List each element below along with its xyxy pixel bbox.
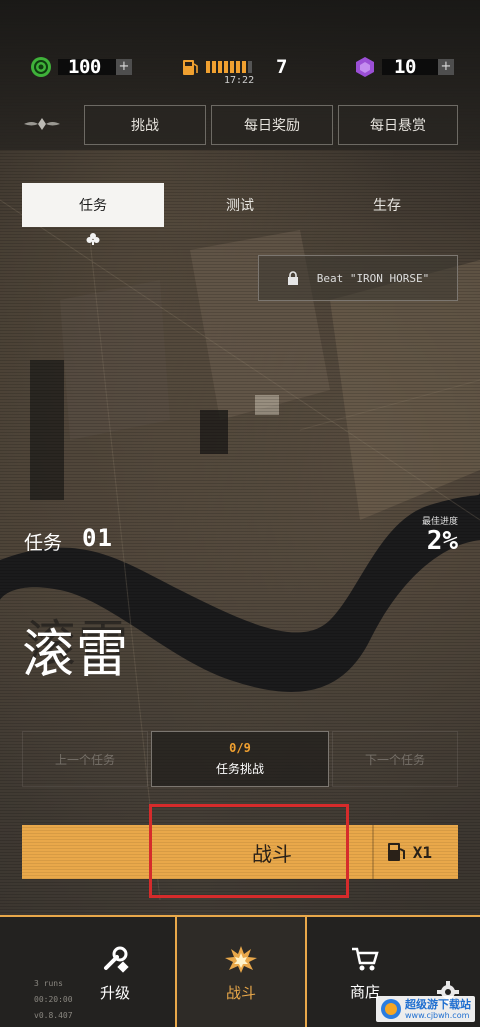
mission-label: 任务 (24, 532, 63, 554)
fuel-can-icon (183, 60, 198, 75)
wrench-icon (104, 946, 129, 973)
run-count: 3 runs (34, 979, 63, 988)
challenge-progress: 0/9 (229, 741, 251, 755)
mission-challenge-button[interactable]: 0/9 任务挑战 (151, 731, 329, 787)
fuel-gauge (206, 61, 252, 73)
game-screen: 100 + 7 17:22 10 + 挑战 每日奖励 每日悬赏 任务 测试 生存… (0, 0, 480, 1027)
wings-emblem-icon (24, 118, 60, 130)
next-mission-button[interactable]: 下一个任务 (332, 731, 458, 787)
tab-survival[interactable]: 生存 (316, 183, 458, 227)
watermark-title: 超级游下载站 (405, 997, 471, 1011)
nav-fight[interactable]: 战斗 (175, 915, 307, 1027)
daily-reward-button[interactable]: 每日奖励 (211, 105, 333, 145)
site-watermark: 超级游下载站 www.cjbwh.com (376, 996, 475, 1022)
add-gems-button[interactable]: + (438, 59, 454, 75)
gem-value: 10 (394, 56, 416, 78)
highlight-box (149, 804, 349, 898)
tab-test[interactable]: 测试 (169, 183, 311, 227)
challenge-button[interactable]: 挑战 (84, 105, 206, 145)
coin-counter: 100 + (30, 56, 132, 78)
best-progress-value: 2% (426, 526, 458, 556)
fuel-cost-value: X1 (412, 842, 432, 862)
fuel-cost: X1 (387, 841, 432, 863)
challenge-label: 任务挑战 (215, 762, 264, 776)
fuel-value: 7 (276, 56, 287, 78)
coin-icon (31, 57, 51, 77)
version: v0.8.407 (34, 1011, 73, 1020)
fuel-pump-icon (387, 843, 405, 861)
mission-number: 01 (82, 524, 113, 552)
nav-upgrade-label: 升级 (99, 983, 130, 1002)
gem-counter: 10 + (354, 56, 454, 78)
mission-name: 滚雷 (22, 625, 131, 685)
club-icon (86, 233, 100, 245)
nav-fight-label: 战斗 (225, 983, 256, 1002)
add-coins-button[interactable]: + (116, 59, 132, 75)
run-time: 00:20:00 (34, 995, 73, 1004)
gem-icon (356, 57, 374, 77)
coin-value: 100 (68, 56, 101, 78)
watermark-url: www.cjbwh.com (405, 1010, 470, 1020)
fight-divider (372, 825, 374, 879)
lock-icon (287, 271, 298, 285)
mode-tabs: 任务 测试 生存 (22, 183, 458, 227)
explosion-icon (225, 945, 257, 973)
fuel-timer: 17:22 (224, 75, 255, 86)
watermark-logo (381, 999, 401, 1019)
cart-icon (352, 947, 379, 970)
locked-requirement[interactable]: Beat "IRON HORSE" (258, 255, 458, 301)
tab-mission[interactable]: 任务 (22, 183, 164, 227)
daily-bounty-button[interactable]: 每日悬赏 (338, 105, 458, 145)
requirement-text: Beat "IRON HORSE" (316, 271, 430, 285)
previous-mission-button[interactable]: 上一个任务 (22, 731, 148, 787)
